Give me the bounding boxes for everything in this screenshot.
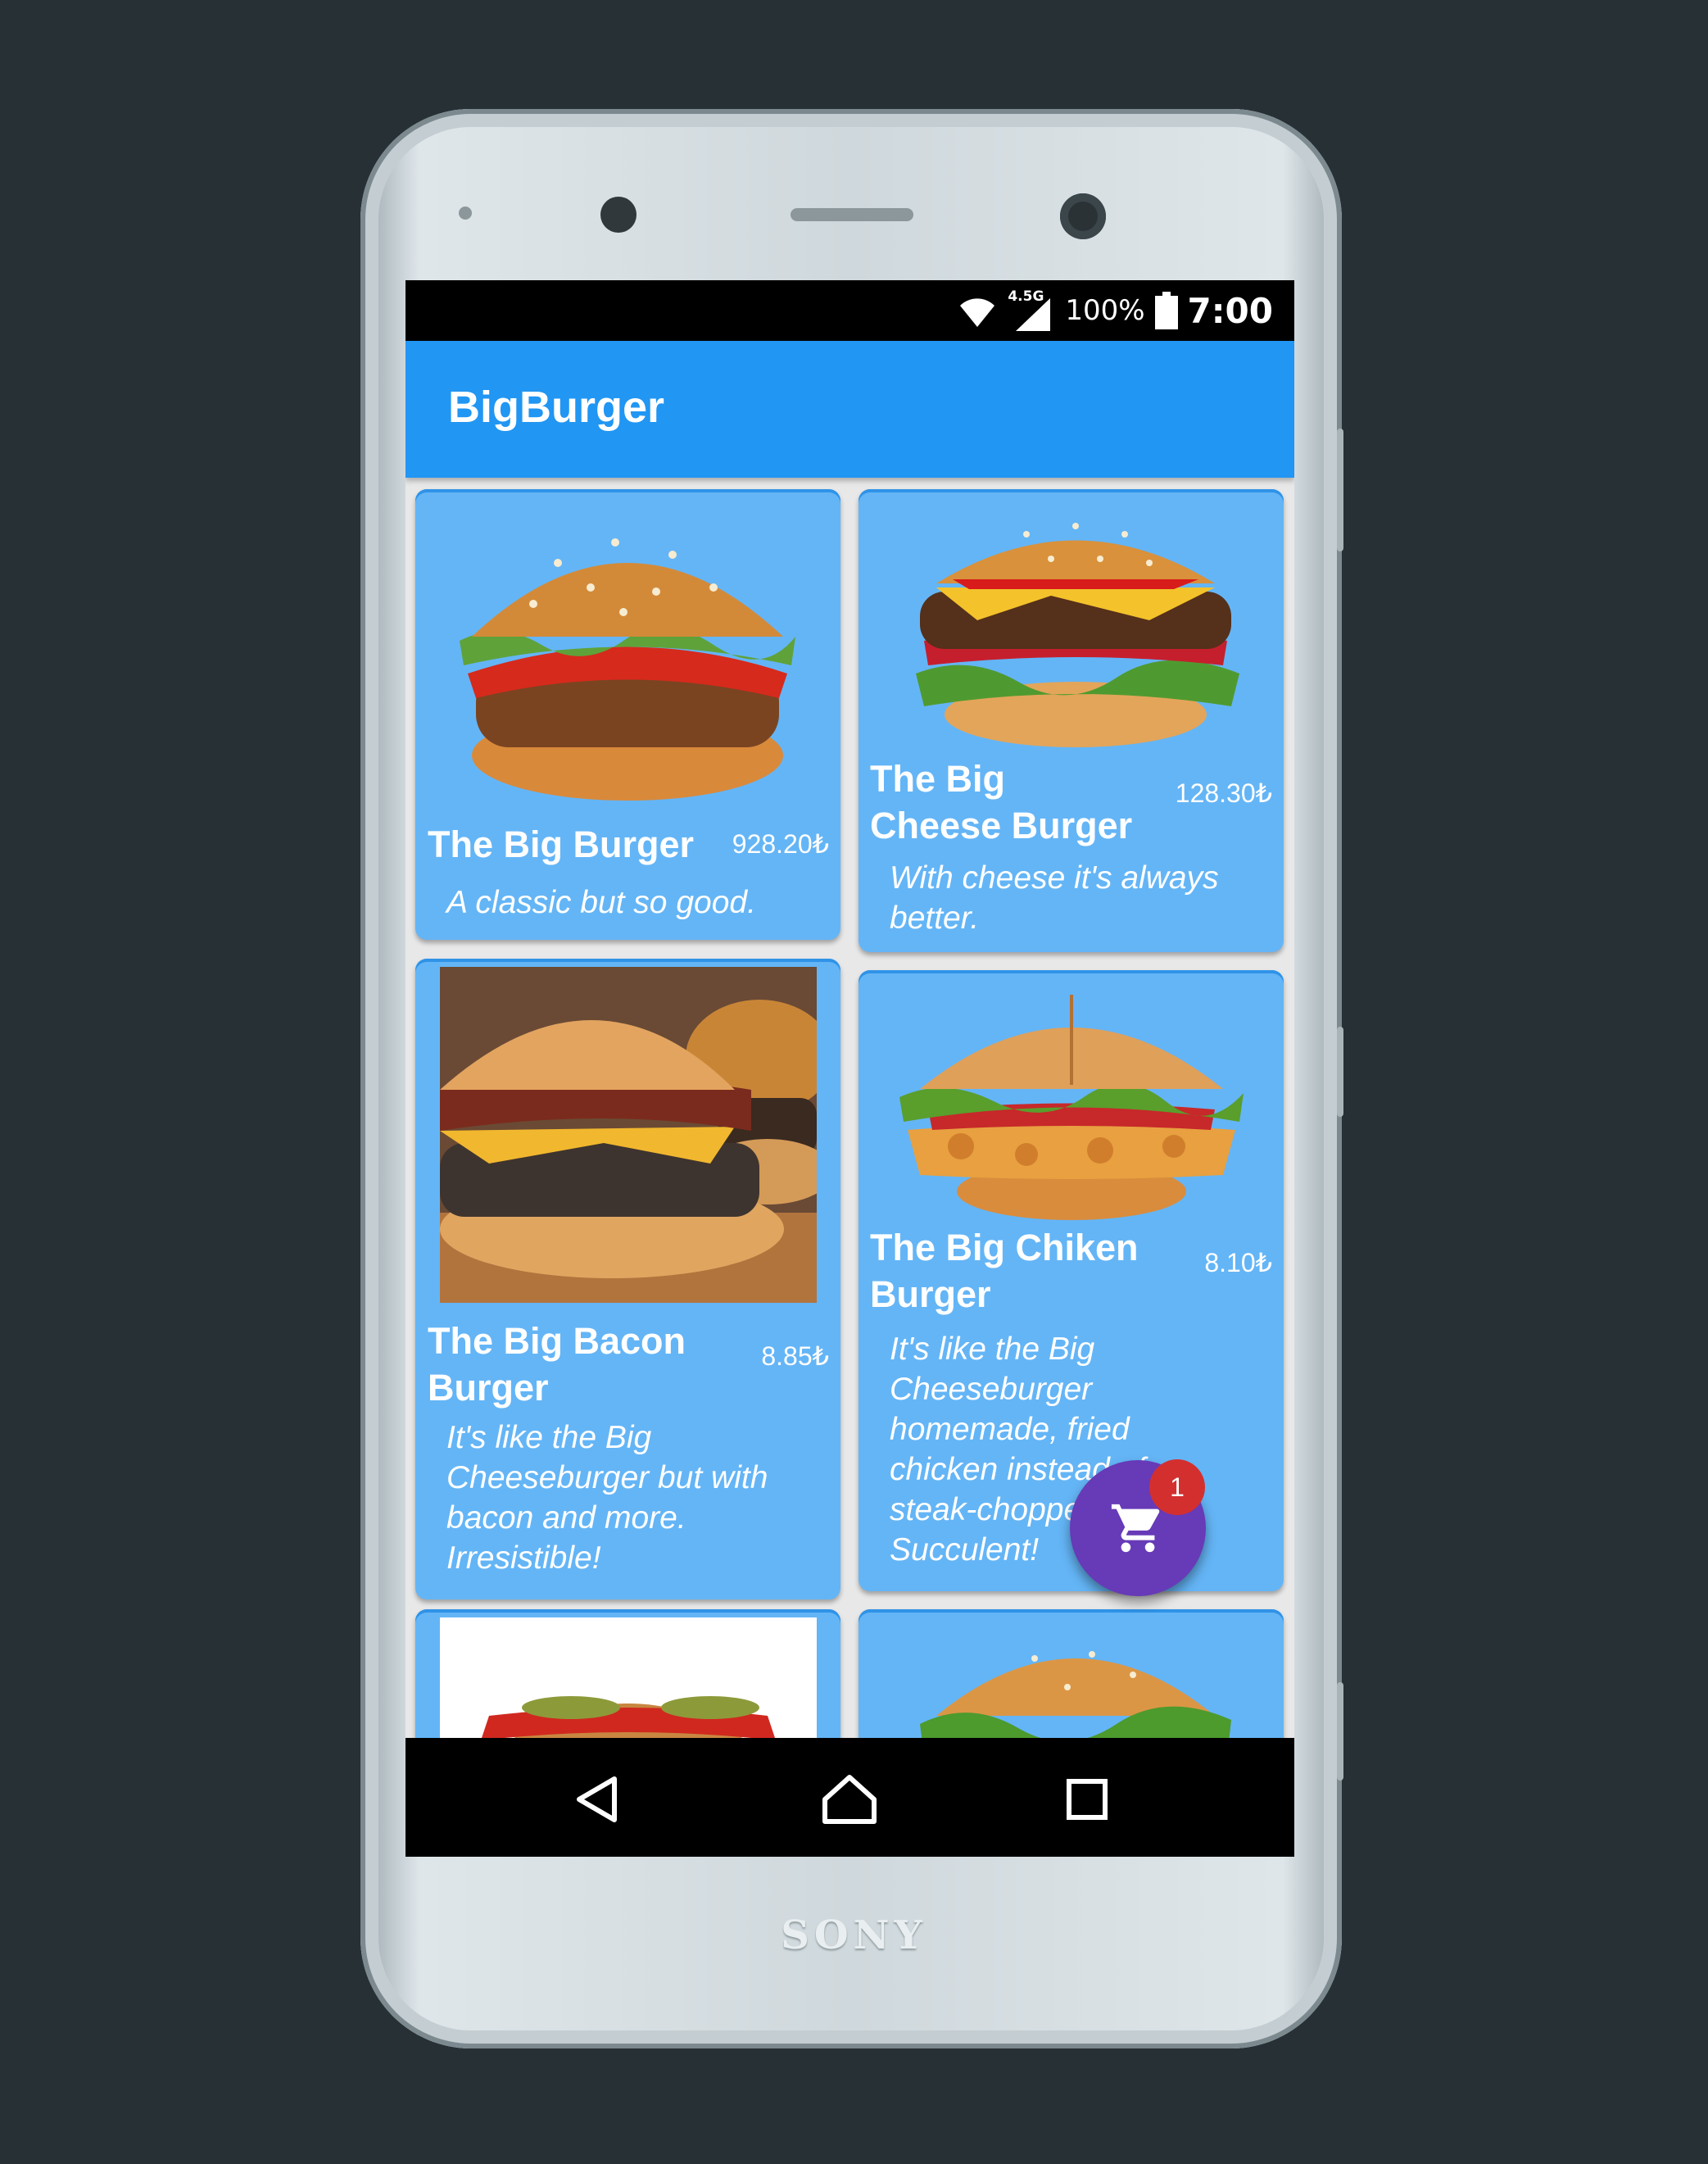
product-name: The Big Cheese Burger bbox=[870, 758, 1133, 846]
wifi-icon bbox=[960, 298, 995, 327]
product-price: 8.10₺ bbox=[1204, 1248, 1272, 1277]
product-image bbox=[440, 967, 817, 1303]
product-image bbox=[460, 538, 795, 801]
product-card[interactable]: The Big Cheese Burger 128.30₺ With chees… bbox=[859, 489, 1284, 952]
sensor-dot bbox=[459, 206, 472, 220]
product-image bbox=[916, 523, 1239, 747]
product-name: The Big Chiken Burger bbox=[870, 1227, 1139, 1315]
proximity-sensor bbox=[600, 197, 637, 233]
home-icon[interactable] bbox=[813, 1763, 886, 1836]
product-card[interactable]: The Big Burger 928.20₺ A classic but so … bbox=[415, 489, 840, 940]
status-bar: 4.5G 100% 7:00 bbox=[405, 280, 1294, 341]
product-name: The Big Bacon Burger bbox=[428, 1320, 686, 1409]
product-card[interactable]: The Big Chiken Burger 8.10₺ It's like th… bbox=[859, 970, 1284, 1591]
signal-icon: 4.5G bbox=[1008, 288, 1055, 333]
product-price: 8.85₺ bbox=[761, 1341, 829, 1371]
product-description: It's like the Big Cheeseburger but with … bbox=[446, 1420, 768, 1576]
product-grid[interactable]: The Big Burger 928.20₺ A classic but so … bbox=[405, 478, 1294, 1800]
earpiece-speaker bbox=[791, 208, 913, 221]
product-image bbox=[899, 995, 1244, 1220]
cart-icon bbox=[1111, 1504, 1160, 1553]
recents-icon[interactable] bbox=[1050, 1763, 1124, 1836]
camera-button bbox=[1337, 1682, 1343, 1781]
product-card[interactable]: The Big Bacon Burger 8.85₺ It's like the… bbox=[415, 959, 840, 1599]
product-name: The Big Burger bbox=[428, 823, 695, 865]
battery-percent: 100% bbox=[1065, 294, 1145, 327]
device-brand: SONY bbox=[781, 1912, 927, 1958]
front-camera bbox=[1060, 193, 1106, 239]
phone-screen: 4.5G 100% 7:00 BigBurger The Big Burger … bbox=[405, 280, 1294, 1857]
product-price: 128.30₺ bbox=[1175, 778, 1272, 808]
product-description: A classic but so good. bbox=[446, 885, 756, 920]
app-bar: BigBurger bbox=[405, 341, 1294, 478]
navigation-bar bbox=[405, 1738, 1294, 1857]
app-title: BigBurger bbox=[448, 383, 665, 432]
side-button bbox=[1337, 429, 1343, 551]
product-description: With cheese it's always better. bbox=[890, 860, 1219, 936]
volume-button bbox=[1337, 1027, 1343, 1117]
clock: 7:00 bbox=[1187, 290, 1273, 331]
battery-icon bbox=[1154, 292, 1178, 329]
back-icon[interactable] bbox=[561, 1763, 635, 1836]
cart-count-badge: 1 bbox=[1149, 1459, 1205, 1515]
product-price: 928.20₺ bbox=[732, 829, 829, 859]
